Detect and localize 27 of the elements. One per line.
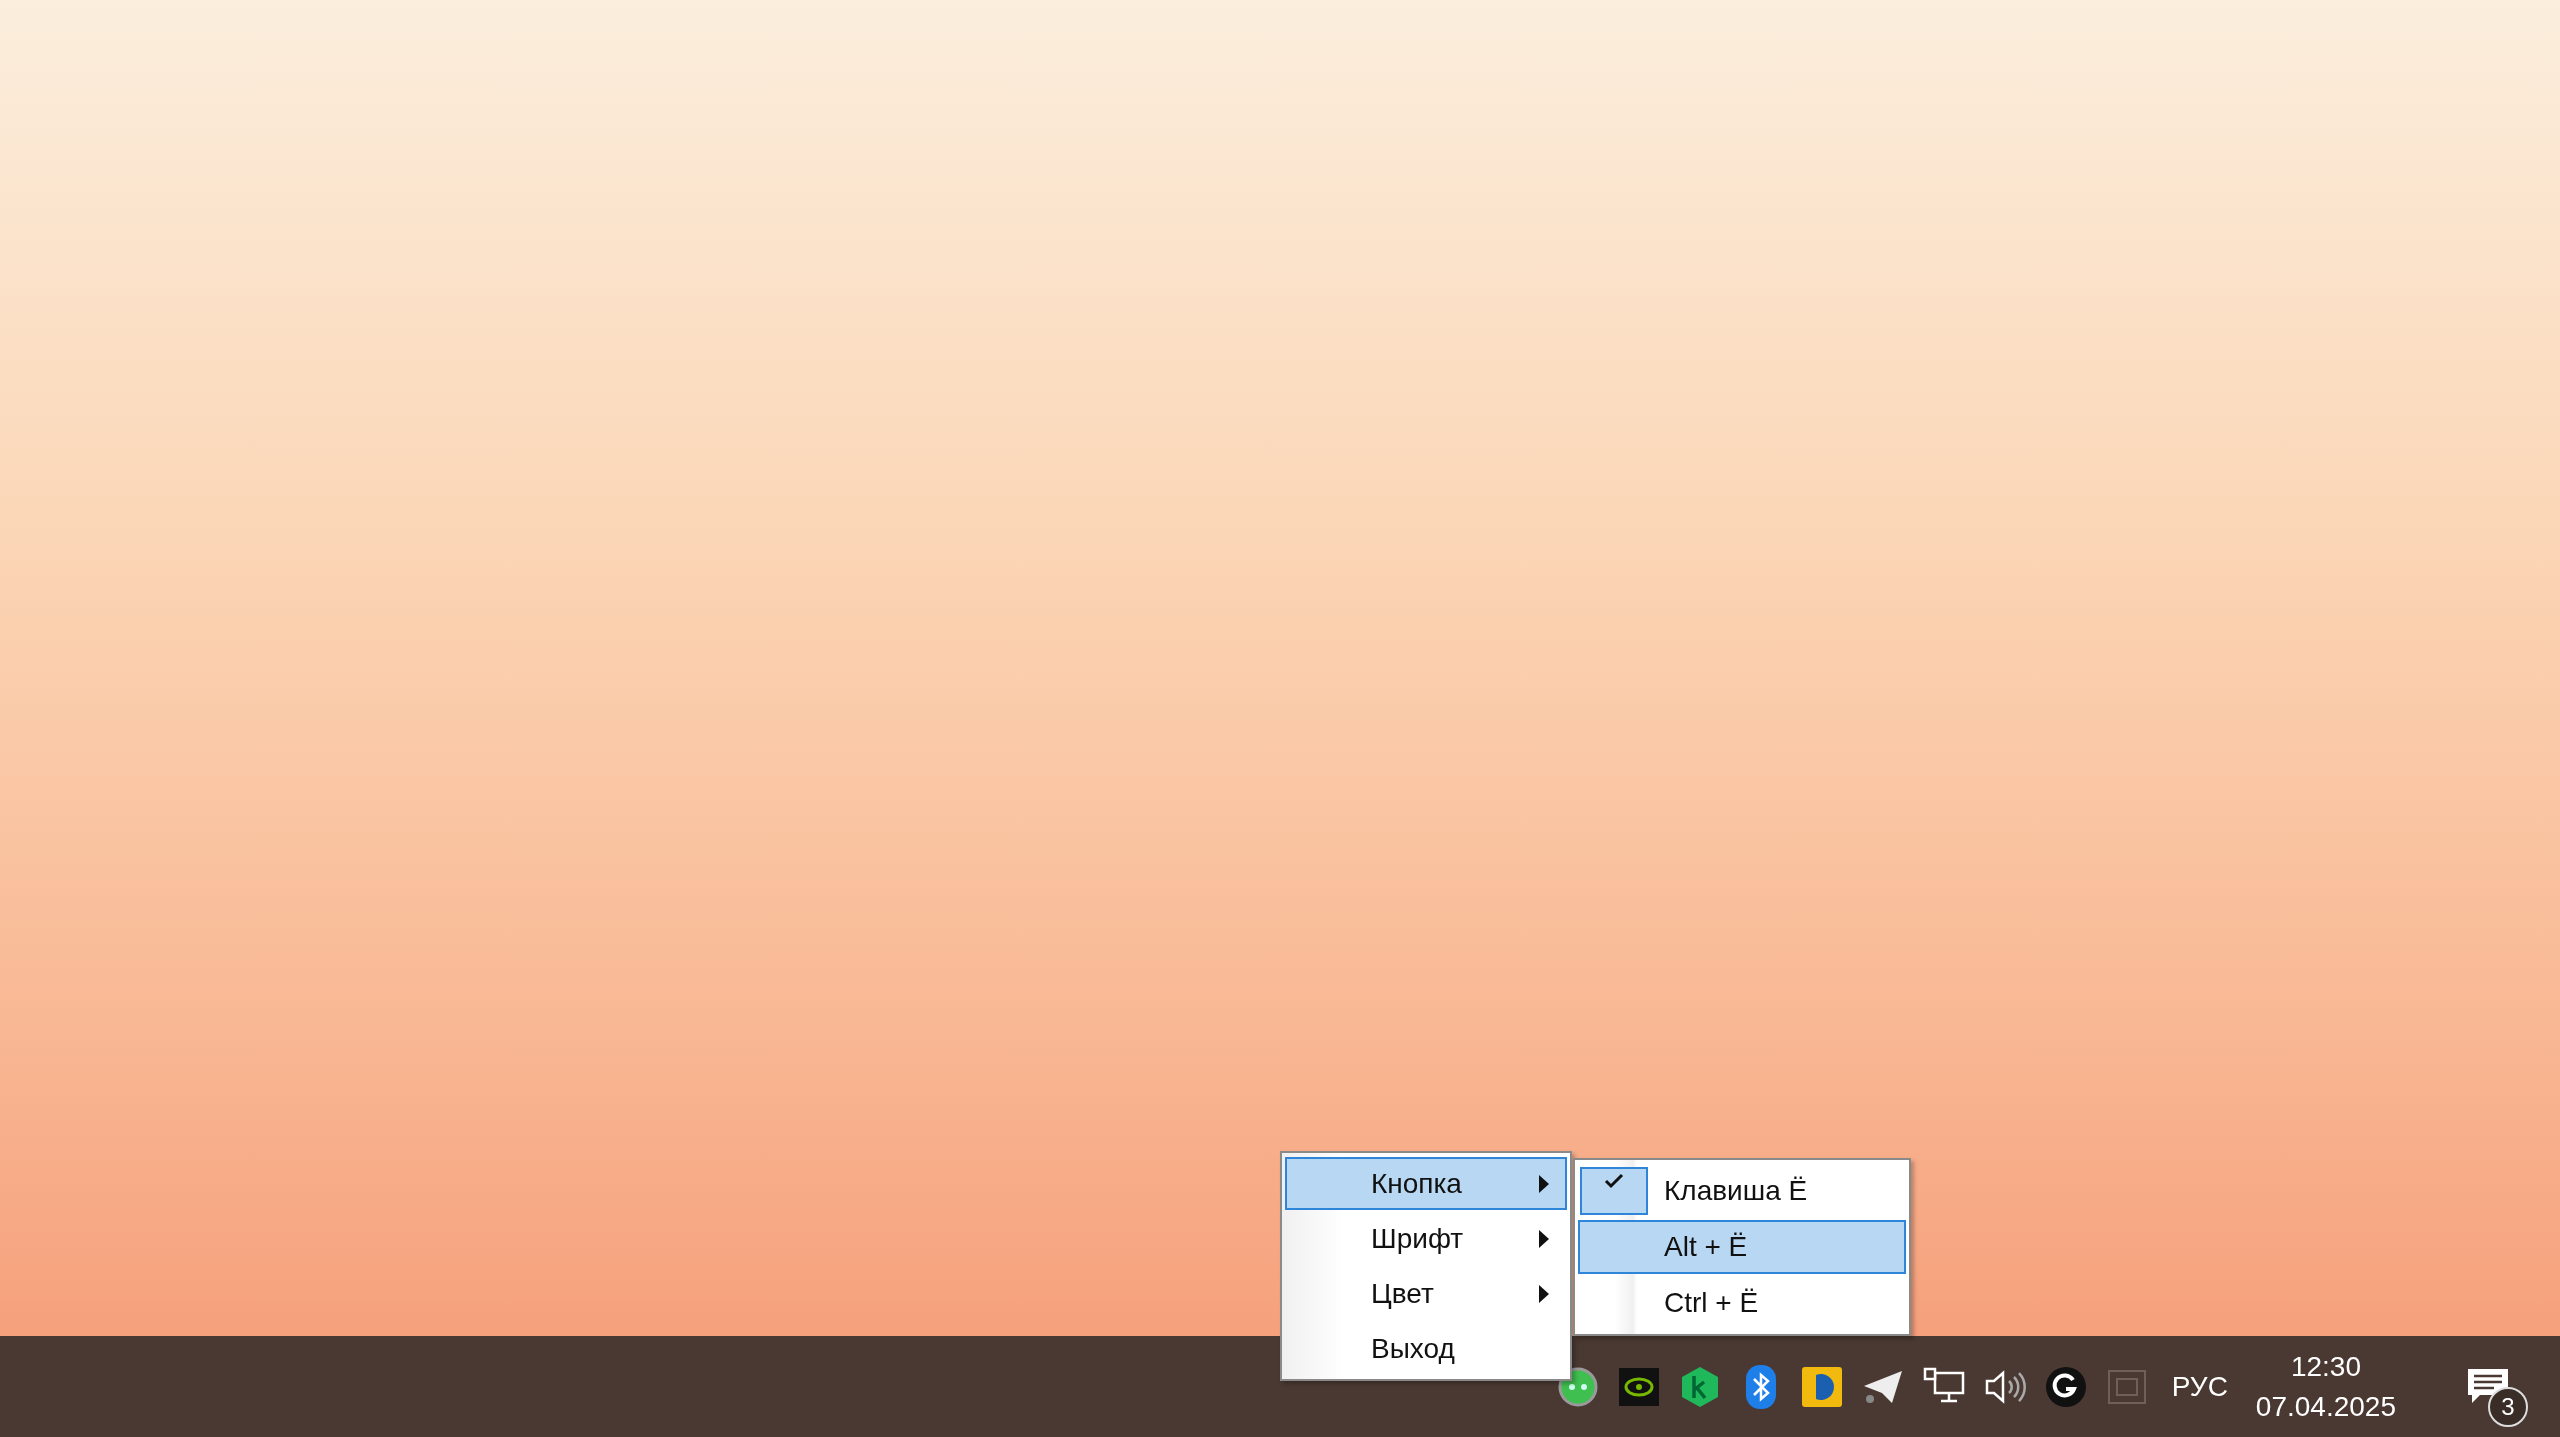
- hexagon-k-icon[interactable]: [1681, 1365, 1720, 1408]
- menu-item[interactable]: Цвет: [1285, 1267, 1567, 1320]
- square-app-icon[interactable]: [1802, 1366, 1843, 1407]
- submenu-item-label: Alt + Ё: [1664, 1231, 1748, 1263]
- menu-item[interactable]: Шрифт: [1285, 1212, 1567, 1265]
- submenu-item[interactable]: Alt + Ё: [1578, 1220, 1906, 1274]
- submenu-item-label: Ctrl + Ё: [1664, 1287, 1759, 1319]
- clock-date[interactable]: 07.04.2025: [2255, 1390, 2396, 1423]
- menu-item[interactable]: Кнопка: [1285, 1157, 1567, 1210]
- language-indicator[interactable]: РУС: [2171, 1370, 2228, 1403]
- clock-time[interactable]: 12:30: [2290, 1350, 2361, 1383]
- menu-item-label: Выход: [1371, 1332, 1456, 1365]
- menu-item-label: Цвет: [1371, 1277, 1435, 1310]
- menu-item-label: Шрифт: [1371, 1222, 1465, 1255]
- submenu-item[interactable]: Ctrl + Ё: [1578, 1276, 1906, 1330]
- g-logo-icon[interactable]: [2045, 1365, 2088, 1408]
- menu-item[interactable]: Выход: [1285, 1322, 1567, 1375]
- paper-plane-icon[interactable]: [1862, 1368, 1905, 1405]
- eye-logo-icon[interactable]: [1619, 1367, 1660, 1406]
- notification-count: 3: [2488, 1386, 2528, 1427]
- round-app-icon[interactable]: [1558, 1366, 1599, 1407]
- submenu-item-label: Клавиша Ё: [1664, 1175, 1808, 1207]
- bluetooth-icon[interactable]: [1746, 1364, 1777, 1409]
- submenu-item[interactable]: Клавиша Ё: [1578, 1164, 1906, 1218]
- menu-item-label: Кнопка: [1371, 1167, 1463, 1200]
- notifications-button[interactable]: 3: [2446, 1344, 2530, 1429]
- checkmark-icon: [1604, 1173, 1624, 1189]
